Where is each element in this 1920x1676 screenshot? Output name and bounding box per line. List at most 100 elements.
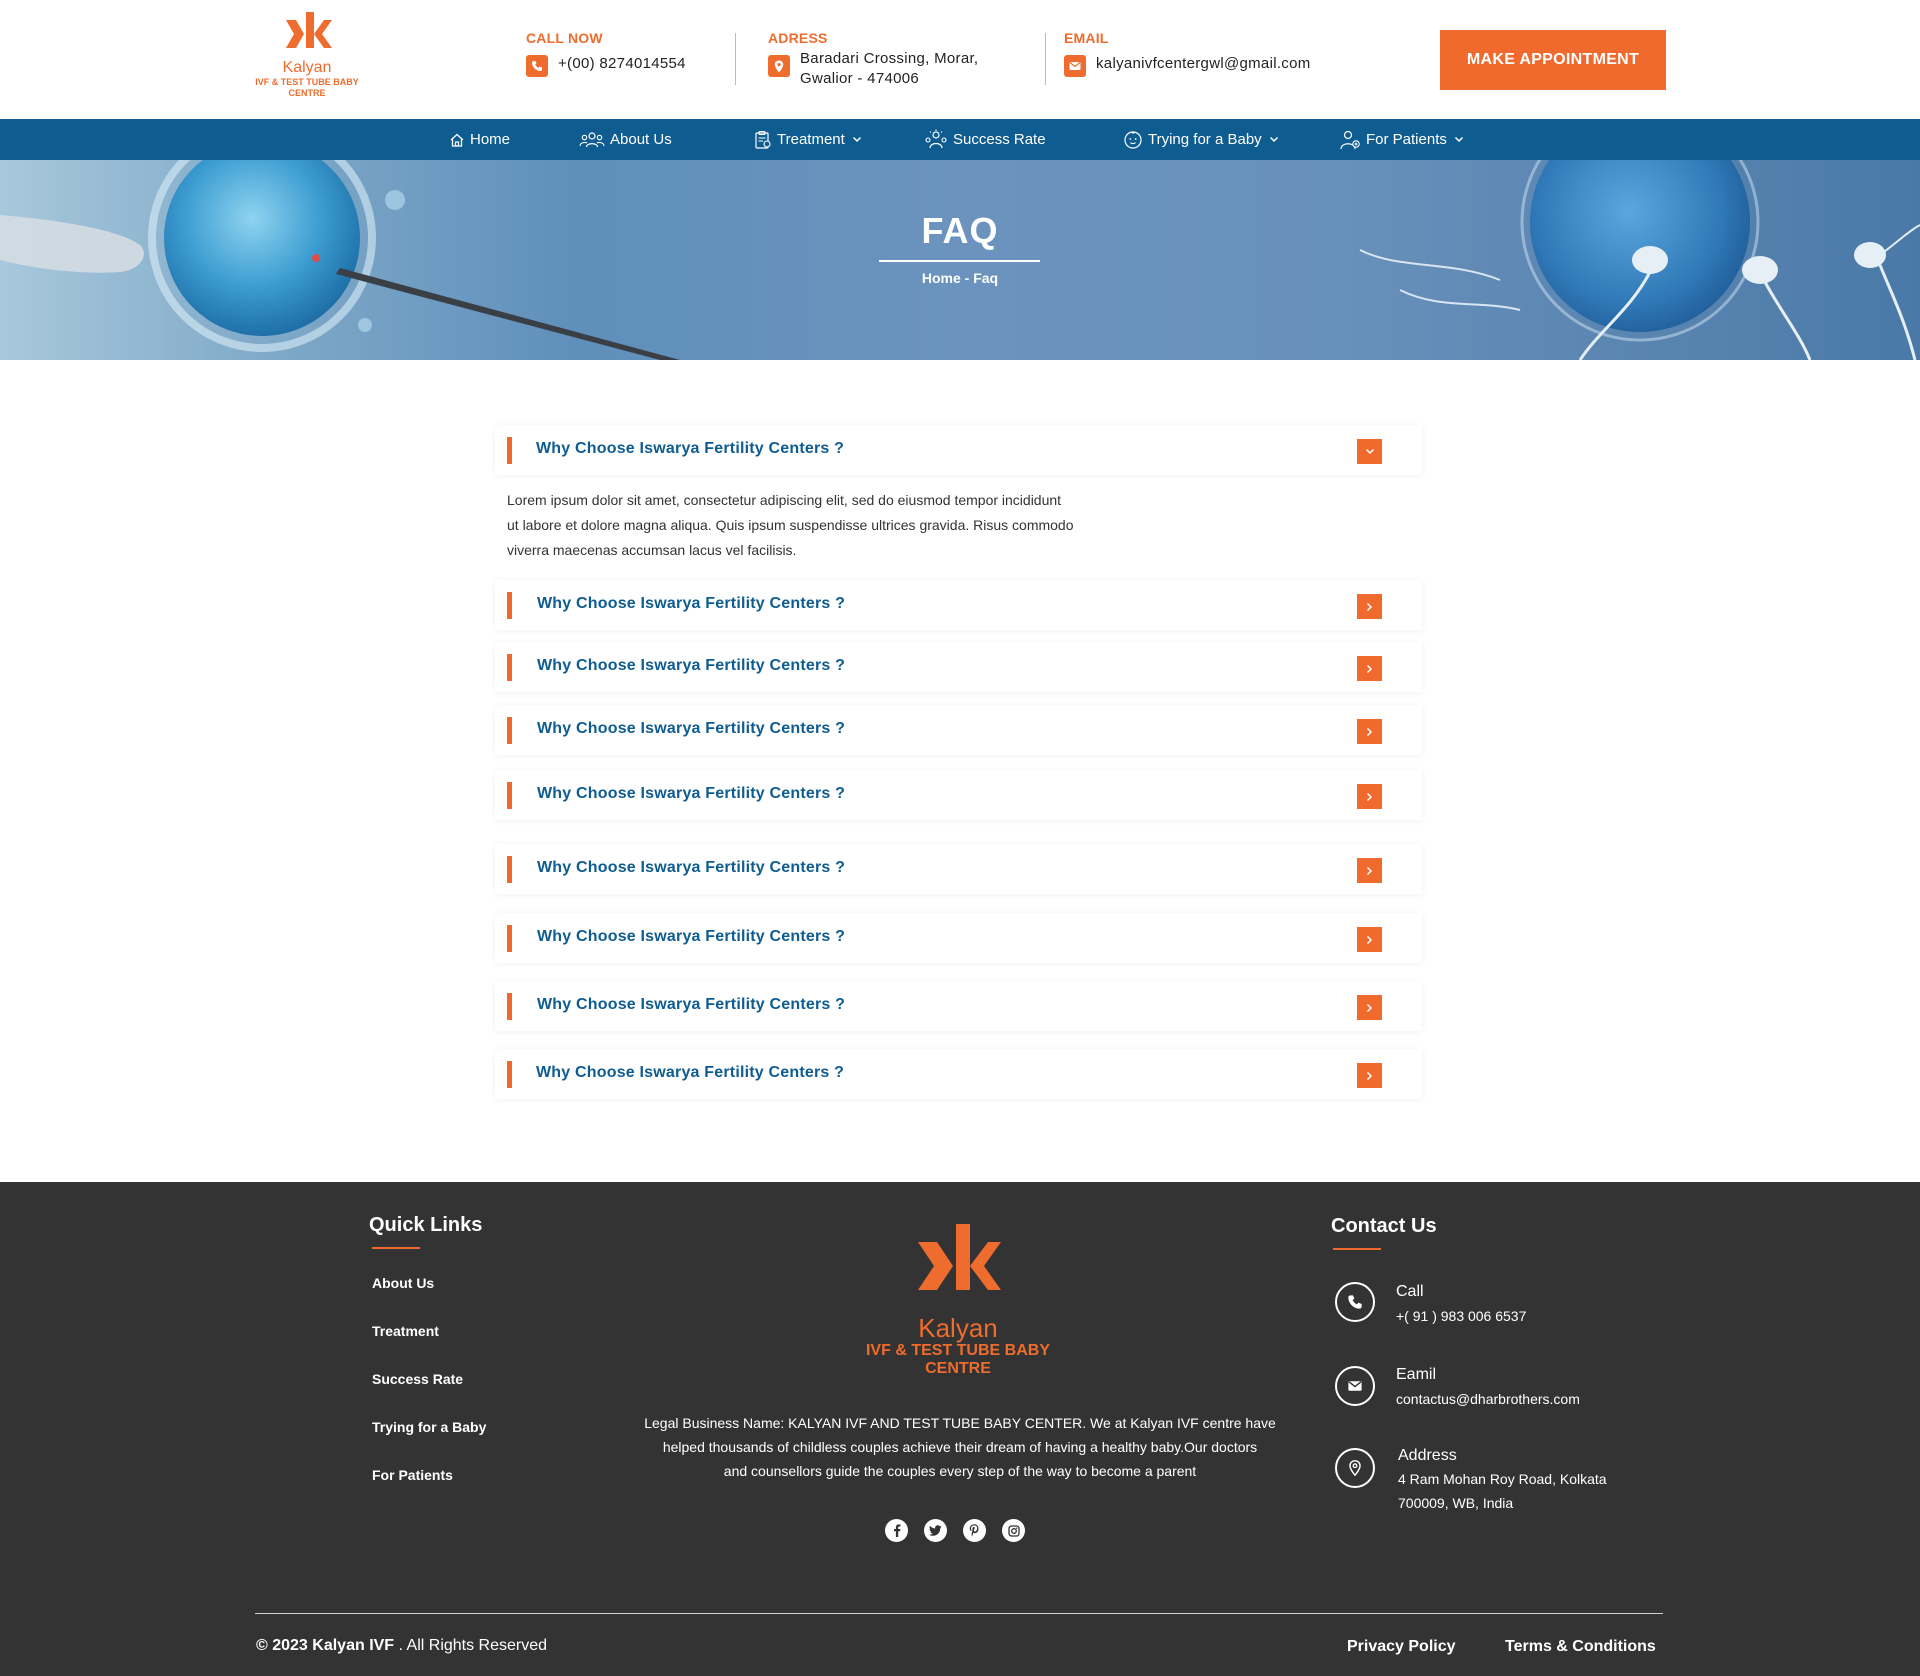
faq-question[interactable]: Why Choose Iswarya Fertility Centers ? [537, 720, 845, 738]
site-footer: Quick Links About Us Treatment Success R… [0, 1182, 1920, 1676]
chevron-right-icon [1366, 664, 1373, 673]
faq-toggle-button[interactable] [1357, 1063, 1382, 1088]
make-appointment-button[interactable]: MAKE APPOINTMENT [1440, 30, 1666, 90]
pinterest-icon[interactable] [963, 1519, 986, 1542]
faq-question[interactable]: Why Choose Iswarya Fertility Centers ? [537, 785, 845, 803]
faq-toggle-button[interactable] [1357, 594, 1382, 619]
footer-link-for-patients[interactable]: For Patients [372, 1467, 453, 1483]
nav-label: Trying for a Baby [1148, 131, 1262, 148]
faq-answer-line: Lorem ipsum dolor sit amet, consectetur … [507, 492, 1062, 508]
facebook-icon[interactable] [885, 1519, 908, 1542]
logo-tagline: IVF & TEST TUBE BABY [255, 77, 359, 87]
faq-toggle-button[interactable] [1357, 656, 1382, 681]
chevron-right-icon [1366, 935, 1373, 944]
faq-question[interactable]: Why Choose Iswarya Fertility Centers ? [536, 1064, 844, 1082]
faq-accent-bar [507, 654, 512, 681]
faq-answer: Lorem ipsum dolor sit amet, consectetur … [507, 488, 1167, 563]
faq-toggle-button[interactable] [1357, 719, 1382, 744]
phone-icon [526, 55, 548, 77]
footer-link-trying-for-a-baby[interactable]: Trying for a Baby [372, 1419, 486, 1435]
site-logo[interactable]: Kalyan IVF & TEST TUBE BABY CENTRE [248, 10, 366, 99]
footer-logo-tagline-2: CENTRE [925, 1360, 991, 1377]
chevron-down-icon [1269, 136, 1278, 143]
footer-description-line: helped thousands of childless couples ac… [662, 1439, 1258, 1455]
faq-toggle-button[interactable] [1357, 927, 1382, 952]
title-underline [879, 260, 1040, 262]
faq-item[interactable]: Why Choose Iswarya Fertility Centers ? [495, 981, 1422, 1031]
contact-email-title: Eamil [1396, 1366, 1437, 1383]
clipboard-icon [755, 130, 771, 149]
footer-link-about-us[interactable]: About Us [372, 1275, 434, 1291]
faq-toggle-button[interactable] [1357, 784, 1382, 809]
footer-logo[interactable]: Kalyan IVF & TEST TUBE BABY CENTRE [860, 1222, 1056, 1378]
faq-item[interactable]: Why Choose Iswarya Fertility Centers ? [495, 642, 1422, 692]
nav-label: About Us [610, 131, 672, 148]
faq-item[interactable]: Why Choose Iswarya Fertility Centers ? [495, 844, 1422, 894]
faq-toggle-button[interactable] [1357, 858, 1382, 883]
faq-item[interactable]: Why Choose Iswarya Fertility Centers ? [495, 705, 1422, 755]
faq-accent-bar [507, 717, 512, 744]
footer-description: Legal Business Name: KALYAN IVF AND TEST… [600, 1411, 1320, 1483]
nav-label: Home [470, 131, 511, 148]
address-line-1: 4 Ram Mohan Roy Road, Kolkata [1398, 1471, 1607, 1487]
chevron-right-icon [1366, 1003, 1373, 1012]
contact-address-value: 4 Ram Mohan Roy Road, Kolkata 700009, WB… [1398, 1467, 1607, 1515]
faq-answer-line: ut labore et dolore magna aliqua. Quis i… [507, 517, 1074, 533]
faq-item[interactable]: Why Choose Iswarya Fertility Centers ? [495, 580, 1422, 630]
breadcrumb[interactable]: Home - Faq [0, 270, 1920, 286]
nav-item-trying-for-a-baby[interactable]: Trying for a Baby [1123, 119, 1279, 160]
faq-question[interactable]: Why Choose Iswarya Fertility Centers ? [537, 928, 845, 946]
copyright: © 2023 Kalyan IVF . All Rights Reserved [256, 1637, 547, 1655]
faq-toggle-button[interactable] [1357, 995, 1382, 1020]
call-now-label: CALL NOW [526, 30, 603, 46]
faq-question[interactable]: Why Choose Iswarya Fertility Centers ? [537, 859, 845, 877]
nav-item-about-us[interactable]: About Us [579, 119, 672, 160]
faq-item[interactable]: Why Choose Iswarya Fertility Centers ? [495, 913, 1422, 963]
chevron-down-icon [1454, 136, 1463, 143]
nav-item-for-patients[interactable]: For Patients [1339, 119, 1464, 160]
faq-question[interactable]: Why Choose Iswarya Fertility Centers ? [537, 657, 845, 675]
nav-item-home[interactable]: Home [449, 119, 510, 160]
heading-underline [1333, 1248, 1381, 1250]
footer-divider [255, 1613, 1663, 1614]
contact-call-number[interactable]: +( 91 ) 983 006 6537 [1396, 1304, 1526, 1328]
contact-email-address[interactable]: contactus@dharbrothers.com [1396, 1387, 1580, 1411]
nav-label: For Patients [1366, 131, 1447, 148]
faq-toggle-button[interactable] [1357, 439, 1382, 464]
phone-icon [1335, 1282, 1375, 1322]
address-label: ADRESS [768, 30, 828, 46]
twitter-icon[interactable] [924, 1519, 947, 1542]
faq-accent-bar [507, 1061, 512, 1088]
faq-question[interactable]: Why Choose Iswarya Fertility Centers ? [537, 996, 845, 1014]
logo-brand: Kalyan [282, 59, 332, 76]
footer-link-treatment[interactable]: Treatment [372, 1323, 439, 1339]
faq-question[interactable]: Why Choose Iswarya Fertility Centers ? [536, 440, 844, 458]
nav-item-treatment[interactable]: Treatment [754, 119, 862, 160]
terms-conditions-link[interactable]: Terms & Conditions [1505, 1638, 1656, 1656]
faq-item[interactable]: Why Choose Iswarya Fertility Centers ? [495, 1049, 1422, 1099]
footer-logo-brand: Kalyan [918, 1313, 998, 1343]
patient-icon [1340, 130, 1360, 149]
privacy-policy-link[interactable]: Privacy Policy [1347, 1638, 1456, 1656]
call-now-number[interactable]: +(00) 8274014554 [558, 54, 686, 74]
chevron-right-icon [1366, 727, 1373, 736]
contact-call-title: Call [1396, 1283, 1424, 1300]
kalyan-logo-icon [286, 12, 332, 48]
faq-answer-line: viverra maecenas accumsan lacus vel faci… [507, 542, 797, 558]
nav-item-success-rate[interactable]: Success Rate [924, 119, 1046, 160]
faq-question[interactable]: Why Choose Iswarya Fertility Centers ? [537, 595, 845, 613]
faq-accent-bar [507, 437, 512, 464]
email-block: EMAIL kalyanivfcentergwl@gmail.com [1064, 30, 1311, 77]
email-label: EMAIL [1064, 30, 1109, 46]
contact-address-title: Address [1398, 1447, 1457, 1464]
footer-description-line: and counsellors guide the couples every … [723, 1463, 1197, 1479]
faq-item[interactable]: Why Choose Iswarya Fertility Centers ? [495, 770, 1422, 820]
faq-accent-bar [507, 993, 512, 1020]
address-line-2: 700009, WB, India [1398, 1495, 1514, 1511]
nav-label: Success Rate [953, 131, 1046, 148]
faq-item[interactable]: Why Choose Iswarya Fertility Centers ? [495, 425, 1422, 475]
instagram-icon[interactable] [1002, 1519, 1025, 1542]
header-divider [735, 33, 736, 85]
email-value[interactable]: kalyanivfcentergwl@gmail.com [1096, 54, 1311, 74]
footer-link-success-rate[interactable]: Success Rate [372, 1371, 463, 1387]
